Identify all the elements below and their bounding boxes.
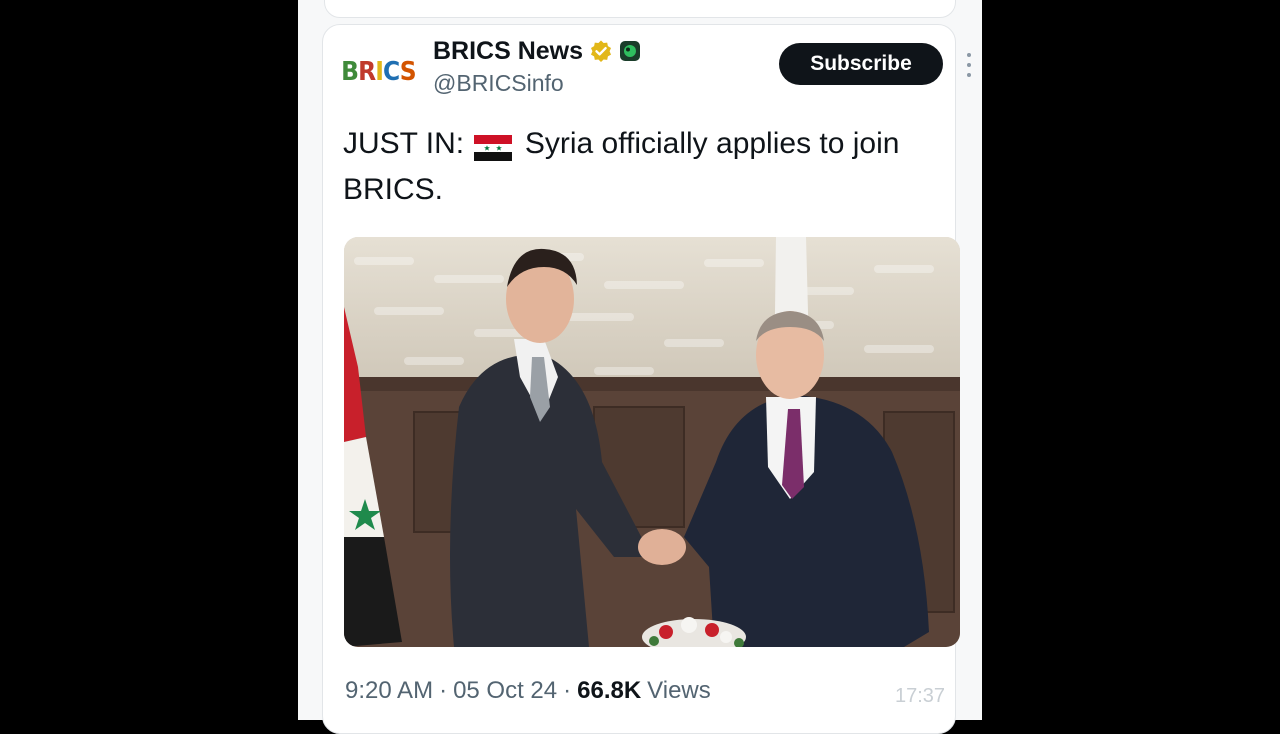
avatar-logo-letter: I [374, 57, 384, 87]
avatar-logo-text: BRICS [341, 57, 416, 87]
avatar-logo-letter: S [399, 57, 416, 87]
avatar-logo-letter: B [340, 57, 359, 87]
affiliate-badge-icon[interactable] [619, 40, 641, 62]
post-meta: 9:20 AM · 05 Oct 24 · 66.8K Views [345, 677, 711, 705]
avatar-logo-letter: C [382, 57, 401, 87]
verified-gold-badge-icon[interactable] [589, 39, 613, 63]
post-text-prefix: JUST IN: [343, 127, 465, 160]
previous-post-card[interactable] [324, 0, 956, 18]
views-count[interactable]: 66.8K [577, 677, 641, 705]
handshake [638, 529, 686, 565]
more-options-icon[interactable] [960, 53, 978, 77]
meta-separator: · [563, 677, 572, 704]
author-name-row: BRICS News [433, 35, 641, 67]
post-text: JUST IN: Syria officially applies to joi… [343, 121, 943, 213]
avatar[interactable]: BRICS [341, 52, 416, 92]
post-date[interactable]: 05 Oct 24 [453, 677, 557, 705]
post-time[interactable]: 9:20 AM [345, 677, 433, 705]
author-handle[interactable]: @BRICSinfo [433, 70, 564, 97]
syria-flag-icon [474, 129, 513, 162]
timeline-panel: BRICS BRICS News @BRICSinfo Subscribe JU… [298, 0, 982, 734]
post-photo[interactable] [344, 237, 960, 647]
display-name[interactable]: BRICS News [433, 37, 583, 66]
meta-separator: · [439, 677, 448, 704]
avatar-logo-letter: R [357, 57, 376, 87]
screenshot-page: BRICS BRICS News @BRICSinfo Subscribe JU… [0, 0, 1280, 734]
views-label: Views [647, 677, 711, 704]
subscribe-button[interactable]: Subscribe [779, 43, 943, 85]
screenshot-timestamp: 17:37 [895, 685, 946, 707]
post-card[interactable]: BRICS BRICS News @BRICSinfo Subscribe JU… [322, 24, 971, 734]
